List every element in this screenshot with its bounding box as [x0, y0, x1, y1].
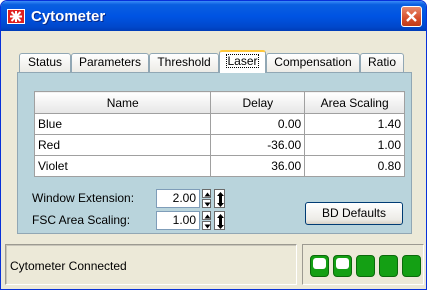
status-message: Cytometer Connected	[10, 259, 127, 273]
status-lights-panel	[302, 244, 424, 285]
spin-down-icon[interactable]	[202, 199, 211, 208]
delay-cell[interactable]: 36.00	[210, 155, 306, 177]
table-row[interactable]: Red -36.00 1.00	[33, 134, 405, 156]
close-icon[interactable]	[401, 6, 422, 27]
window-extension-spinner[interactable]	[202, 189, 211, 208]
area-scaling-cell[interactable]: 0.80	[304, 155, 405, 177]
status-bar: Cytometer Connected	[5, 244, 424, 287]
table-row[interactable]: Violet 36.00 0.80	[33, 155, 405, 177]
tab-label: Laser	[226, 54, 259, 68]
table-header-row: Name Delay Area Scaling	[33, 91, 405, 114]
area-scaling-cell[interactable]: 1.00	[304, 134, 405, 156]
tab-label: Ratio	[367, 55, 396, 69]
spin-down-icon[interactable]	[202, 221, 211, 230]
column-header-area-scaling[interactable]: Area Scaling	[304, 91, 405, 114]
laser-name-cell[interactable]: Blue	[33, 113, 212, 135]
status-light-icon	[402, 255, 421, 277]
status-light-icon	[310, 255, 329, 277]
tab-threshold[interactable]: Threshold	[149, 53, 219, 72]
tab-parameters[interactable]: Parameters	[71, 53, 149, 72]
cytometer-window: Cytometer Status Parameters Threshold La…	[0, 0, 427, 290]
laser-panel: Name Delay Area Scaling Blue 0.00 1.40 R…	[17, 72, 412, 234]
status-light-icon	[356, 255, 375, 277]
delay-cell[interactable]: -36.00	[210, 134, 306, 156]
spin-up-icon[interactable]	[202, 189, 211, 198]
bd-defaults-button[interactable]: BD Defaults	[305, 202, 403, 225]
step-arrow-icon[interactable]	[214, 189, 225, 208]
step-arrow-icon[interactable]	[214, 211, 225, 230]
tab-ratio[interactable]: Ratio	[360, 53, 404, 72]
spin-up-icon[interactable]	[202, 211, 211, 220]
tab-label: Compensation	[274, 55, 352, 69]
window-extension-field[interactable]: 2.00	[156, 189, 200, 208]
fsc-area-scaling-label: FSC Area Scaling:	[32, 213, 131, 227]
area-scaling-cell[interactable]: 1.40	[304, 113, 405, 135]
tab-compensation[interactable]: Compensation	[266, 53, 360, 72]
status-light-icon	[379, 255, 398, 277]
window-title: Cytometer	[31, 8, 106, 25]
app-star-icon	[7, 9, 25, 24]
laser-name-cell[interactable]: Violet	[33, 155, 212, 177]
laser-table: Name Delay Area Scaling Blue 0.00 1.40 R…	[33, 91, 405, 177]
tab-label: Parameters	[78, 55, 142, 69]
tab-label: Threshold	[157, 55, 211, 69]
fsc-area-scaling-spinner[interactable]	[202, 211, 211, 230]
table-row[interactable]: Blue 0.00 1.40	[33, 113, 405, 135]
delay-cell[interactable]: 0.00	[210, 113, 306, 135]
laser-name-cell[interactable]: Red	[33, 134, 212, 156]
column-header-delay[interactable]: Delay	[210, 91, 306, 114]
tab-status[interactable]: Status	[19, 53, 71, 72]
fsc-area-scaling-field[interactable]: 1.00	[156, 211, 200, 230]
column-header-name[interactable]: Name	[33, 91, 212, 114]
window-extension-label: Window Extension:	[32, 191, 135, 205]
tab-laser[interactable]: Laser	[219, 50, 266, 73]
tab-label: Status	[27, 55, 63, 69]
status-text-panel: Cytometer Connected	[5, 244, 297, 285]
status-light-icon	[333, 255, 352, 277]
title-bar[interactable]: Cytometer	[1, 1, 426, 31]
